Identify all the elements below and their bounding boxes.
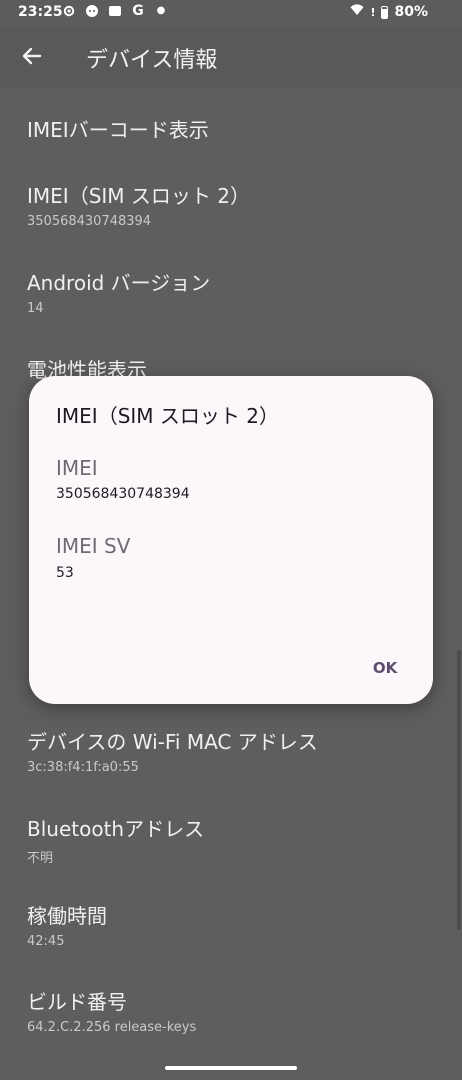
- list-item-android-version[interactable]: Android バージョン 14: [27, 267, 210, 316]
- google-icon: G: [132, 3, 144, 19]
- imei-sv-value: 53: [56, 565, 74, 581]
- dialog-title: IMEI（SIM スロット 2）: [56, 404, 279, 428]
- wifi-icon: [350, 4, 364, 20]
- list-item-wifi-mac[interactable]: デバイスの Wi-Fi MAC アドレス 3c:38:f4:1f:a0:55: [27, 726, 318, 775]
- status-system-icons: ! 80%: [350, 4, 428, 20]
- status-notification-icons: G ●: [62, 4, 168, 18]
- list-item-subtitle: 14: [27, 301, 44, 316]
- status-bar: 23:25 G ● ! 80%: [0, 0, 462, 26]
- alert-icon: !: [370, 5, 376, 19]
- app-bar: デバイス情報: [0, 26, 462, 88]
- ok-button[interactable]: OK: [364, 654, 406, 682]
- list-item-title: Bluetoothアドレス: [27, 817, 205, 841]
- list-item-build-number[interactable]: ビルド番号 64.2.C.2.256 release-keys: [27, 986, 196, 1035]
- sim-icon: [108, 4, 122, 18]
- list-item-subtitle: 42:45: [27, 934, 65, 949]
- list-item-title: IMEI（SIM スロット 2）: [27, 184, 250, 208]
- list-item-imei-barcode[interactable]: IMEIバーコード表示: [27, 114, 209, 143]
- list-item-bluetooth-address[interactable]: Bluetoothアドレス 不明: [27, 813, 204, 866]
- list-item-title: Android バージョン: [27, 271, 211, 295]
- status-time: 23:25: [18, 4, 63, 20]
- gear-icon: [62, 4, 76, 18]
- list-item-uptime[interactable]: 稼働時間 42:45: [27, 900, 107, 949]
- page-title: デバイス情報: [86, 48, 218, 73]
- list-item-subtitle: 64.2.C.2.256 release-keys: [27, 1020, 197, 1035]
- imei-dialog: IMEI（SIM スロット 2） IMEI 350568430748394 IM…: [29, 376, 433, 704]
- list-item-title: デバイスの Wi-Fi MAC アドレス: [27, 730, 318, 754]
- gesture-nav-handle[interactable]: [165, 1066, 297, 1070]
- list-item-title: ビルド番号: [27, 990, 127, 1014]
- list-item-subtitle: 3c:38:f4:1f:a0:55: [27, 760, 139, 775]
- list-item-subtitle: 350568430748394: [27, 214, 152, 229]
- dot-icon: ●: [156, 5, 166, 16]
- arrow-back-icon[interactable]: [18, 42, 46, 70]
- imei-sv-label: IMEI SV: [56, 534, 131, 558]
- list-item-title: IMEIバーコード表示: [27, 118, 209, 142]
- list-item-title: 稼働時間: [27, 904, 107, 928]
- battery-icon: [381, 5, 389, 19]
- gamepad-icon: [85, 4, 99, 18]
- list-item-subtitle: 不明: [27, 851, 54, 866]
- scrollbar[interactable]: [457, 650, 461, 930]
- battery-percent: 80%: [394, 4, 428, 20]
- imei-value: 350568430748394: [56, 486, 190, 502]
- imei-label: IMEI: [56, 456, 98, 480]
- list-item-imei-slot2[interactable]: IMEI（SIM スロット 2） 350568430748394: [27, 180, 250, 229]
